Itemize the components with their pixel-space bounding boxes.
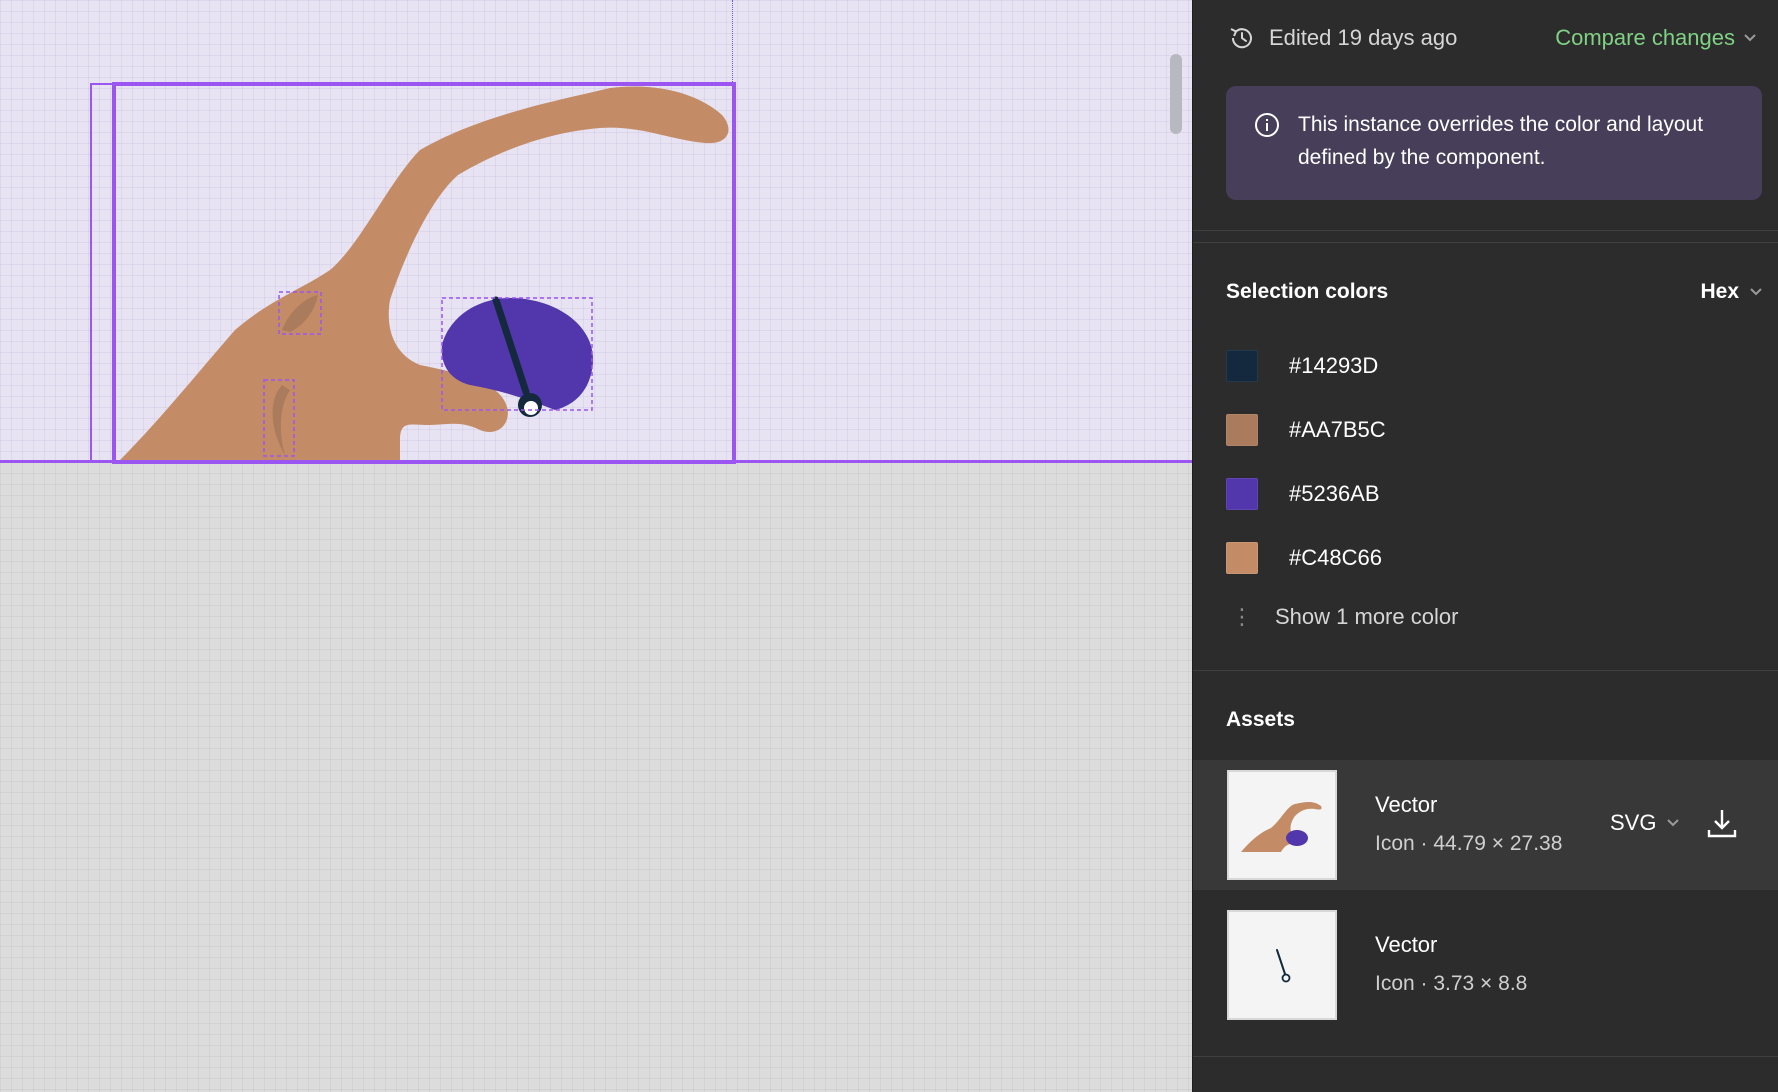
more-vertical-icon: ⋮ (1231, 604, 1253, 629)
asset-thumbnail (1227, 910, 1337, 1020)
chevron-down-icon (1750, 288, 1762, 296)
swimmer-illustration[interactable] (0, 0, 1192, 470)
history-icon[interactable] (1227, 23, 1257, 53)
assets-title: Assets (1226, 708, 1295, 731)
download-icon[interactable] (1705, 806, 1739, 840)
goggle-glint-shape (524, 401, 538, 415)
show-more-colors-label: Show 1 more color (1275, 604, 1459, 629)
override-notice: This instance overrides the color and la… (1226, 86, 1762, 200)
version-history-row: Edited 19 days ago Compare changes (1227, 18, 1757, 58)
color-swatch[interactable] (1226, 478, 1258, 510)
outer-selection-box (90, 83, 116, 463)
chevron-down-icon (1744, 34, 1756, 42)
frame-bottom-edge (0, 460, 1192, 463)
section-divider (1193, 230, 1778, 231)
override-notice-text: This instance overrides the color and la… (1298, 113, 1704, 169)
color-row[interactable]: #AA7B5C (1226, 413, 1386, 447)
export-format-select[interactable]: SVG (1610, 810, 1680, 836)
design-canvas[interactable] (0, 0, 1192, 1092)
asset-dimensions: Icon · 44.79 × 27.38 (1375, 832, 1563, 855)
info-icon (1255, 113, 1279, 137)
export-format-value: SVG (1610, 810, 1657, 835)
asset-row[interactable]: Vector Icon · 3.73 × 8.8 (1193, 900, 1778, 1030)
asset-name: Vector (1375, 932, 1438, 957)
inspect-panel: Edited 19 days ago Compare changes This … (1192, 0, 1778, 1092)
color-swatch[interactable] (1226, 542, 1258, 574)
compare-changes-button[interactable]: Compare changes (1555, 25, 1757, 51)
section-divider (1193, 670, 1778, 671)
section-divider (1193, 1056, 1778, 1057)
compare-changes-label: Compare changes (1555, 25, 1735, 50)
color-hex-label: #5236AB (1289, 481, 1380, 506)
color-row[interactable]: #5236AB (1226, 477, 1380, 511)
color-format-select[interactable]: Hex (1700, 280, 1763, 304)
edited-timestamp: Edited 19 days ago (1269, 25, 1458, 50)
asset-name: Vector (1375, 792, 1438, 817)
color-swatch[interactable] (1226, 350, 1258, 382)
asset-row[interactable]: Vector Icon · 44.79 × 27.38 SVG (1193, 760, 1778, 890)
color-format-value: Hex (1700, 280, 1739, 303)
color-hex-label: #AA7B5C (1289, 417, 1386, 442)
color-hex-label: #C48C66 (1289, 545, 1382, 570)
swimmer-body-shape (118, 86, 729, 463)
canvas-scrollbar[interactable] (1170, 54, 1182, 134)
color-swatch[interactable] (1226, 414, 1258, 446)
show-more-colors-button[interactable]: ⋮ Show 1 more color (1226, 604, 1458, 630)
goggle-strap-thumbnail-icon (1276, 949, 1291, 983)
color-row[interactable]: #14293D (1226, 349, 1378, 383)
color-row[interactable]: #C48C66 (1226, 541, 1382, 575)
swimmer-thumbnail-icon (1241, 802, 1322, 852)
section-divider (1193, 242, 1778, 243)
asset-thumbnail (1227, 770, 1337, 880)
chevron-down-icon (1667, 819, 1680, 827)
asset-dimensions: Icon · 3.73 × 8.8 (1375, 972, 1528, 995)
color-hex-label: #14293D (1289, 353, 1379, 378)
selection-colors-title: Selection colors (1226, 280, 1389, 303)
